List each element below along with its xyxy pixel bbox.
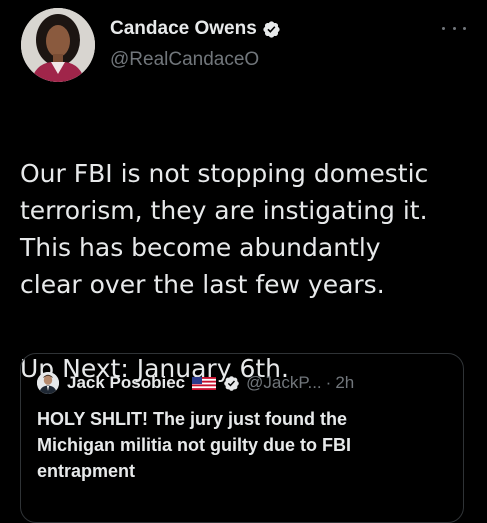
quoted-author-avatar (37, 372, 59, 394)
quoted-tweet-header: Jack Posobiec @JackP... · 2h (37, 372, 354, 394)
quoted-verified-badge-icon (223, 375, 240, 392)
tweet-card[interactable]: Candace Owens @RealCandaceO Our FBI is n… (0, 0, 487, 523)
author-handle[interactable]: @RealCandaceO (110, 49, 259, 71)
quoted-tweet[interactable]: Jack Posobiec @JackP... · 2h HOLY SHLIT!… (20, 353, 464, 523)
separator-dot: · (325, 373, 332, 392)
author-avatar[interactable] (21, 8, 95, 82)
quoted-author-display-name: Jack Posobiec (67, 373, 186, 392)
verified-badge-icon (262, 20, 281, 39)
quoted-tweet-text: HOLY SHLIT! The jury just found the Mich… (37, 409, 351, 481)
tweet-text: Our FBI is not stopping domestic terrori… (20, 159, 429, 299)
more-options-icon[interactable] (442, 20, 466, 36)
author-name-row[interactable]: Candace Owens (110, 18, 281, 40)
author-display-name[interactable]: Candace Owens (110, 18, 257, 40)
quoted-author-handle: @JackP... (246, 373, 322, 392)
us-flag-icon (192, 376, 217, 390)
quoted-tweet-time: 2h (335, 373, 355, 392)
